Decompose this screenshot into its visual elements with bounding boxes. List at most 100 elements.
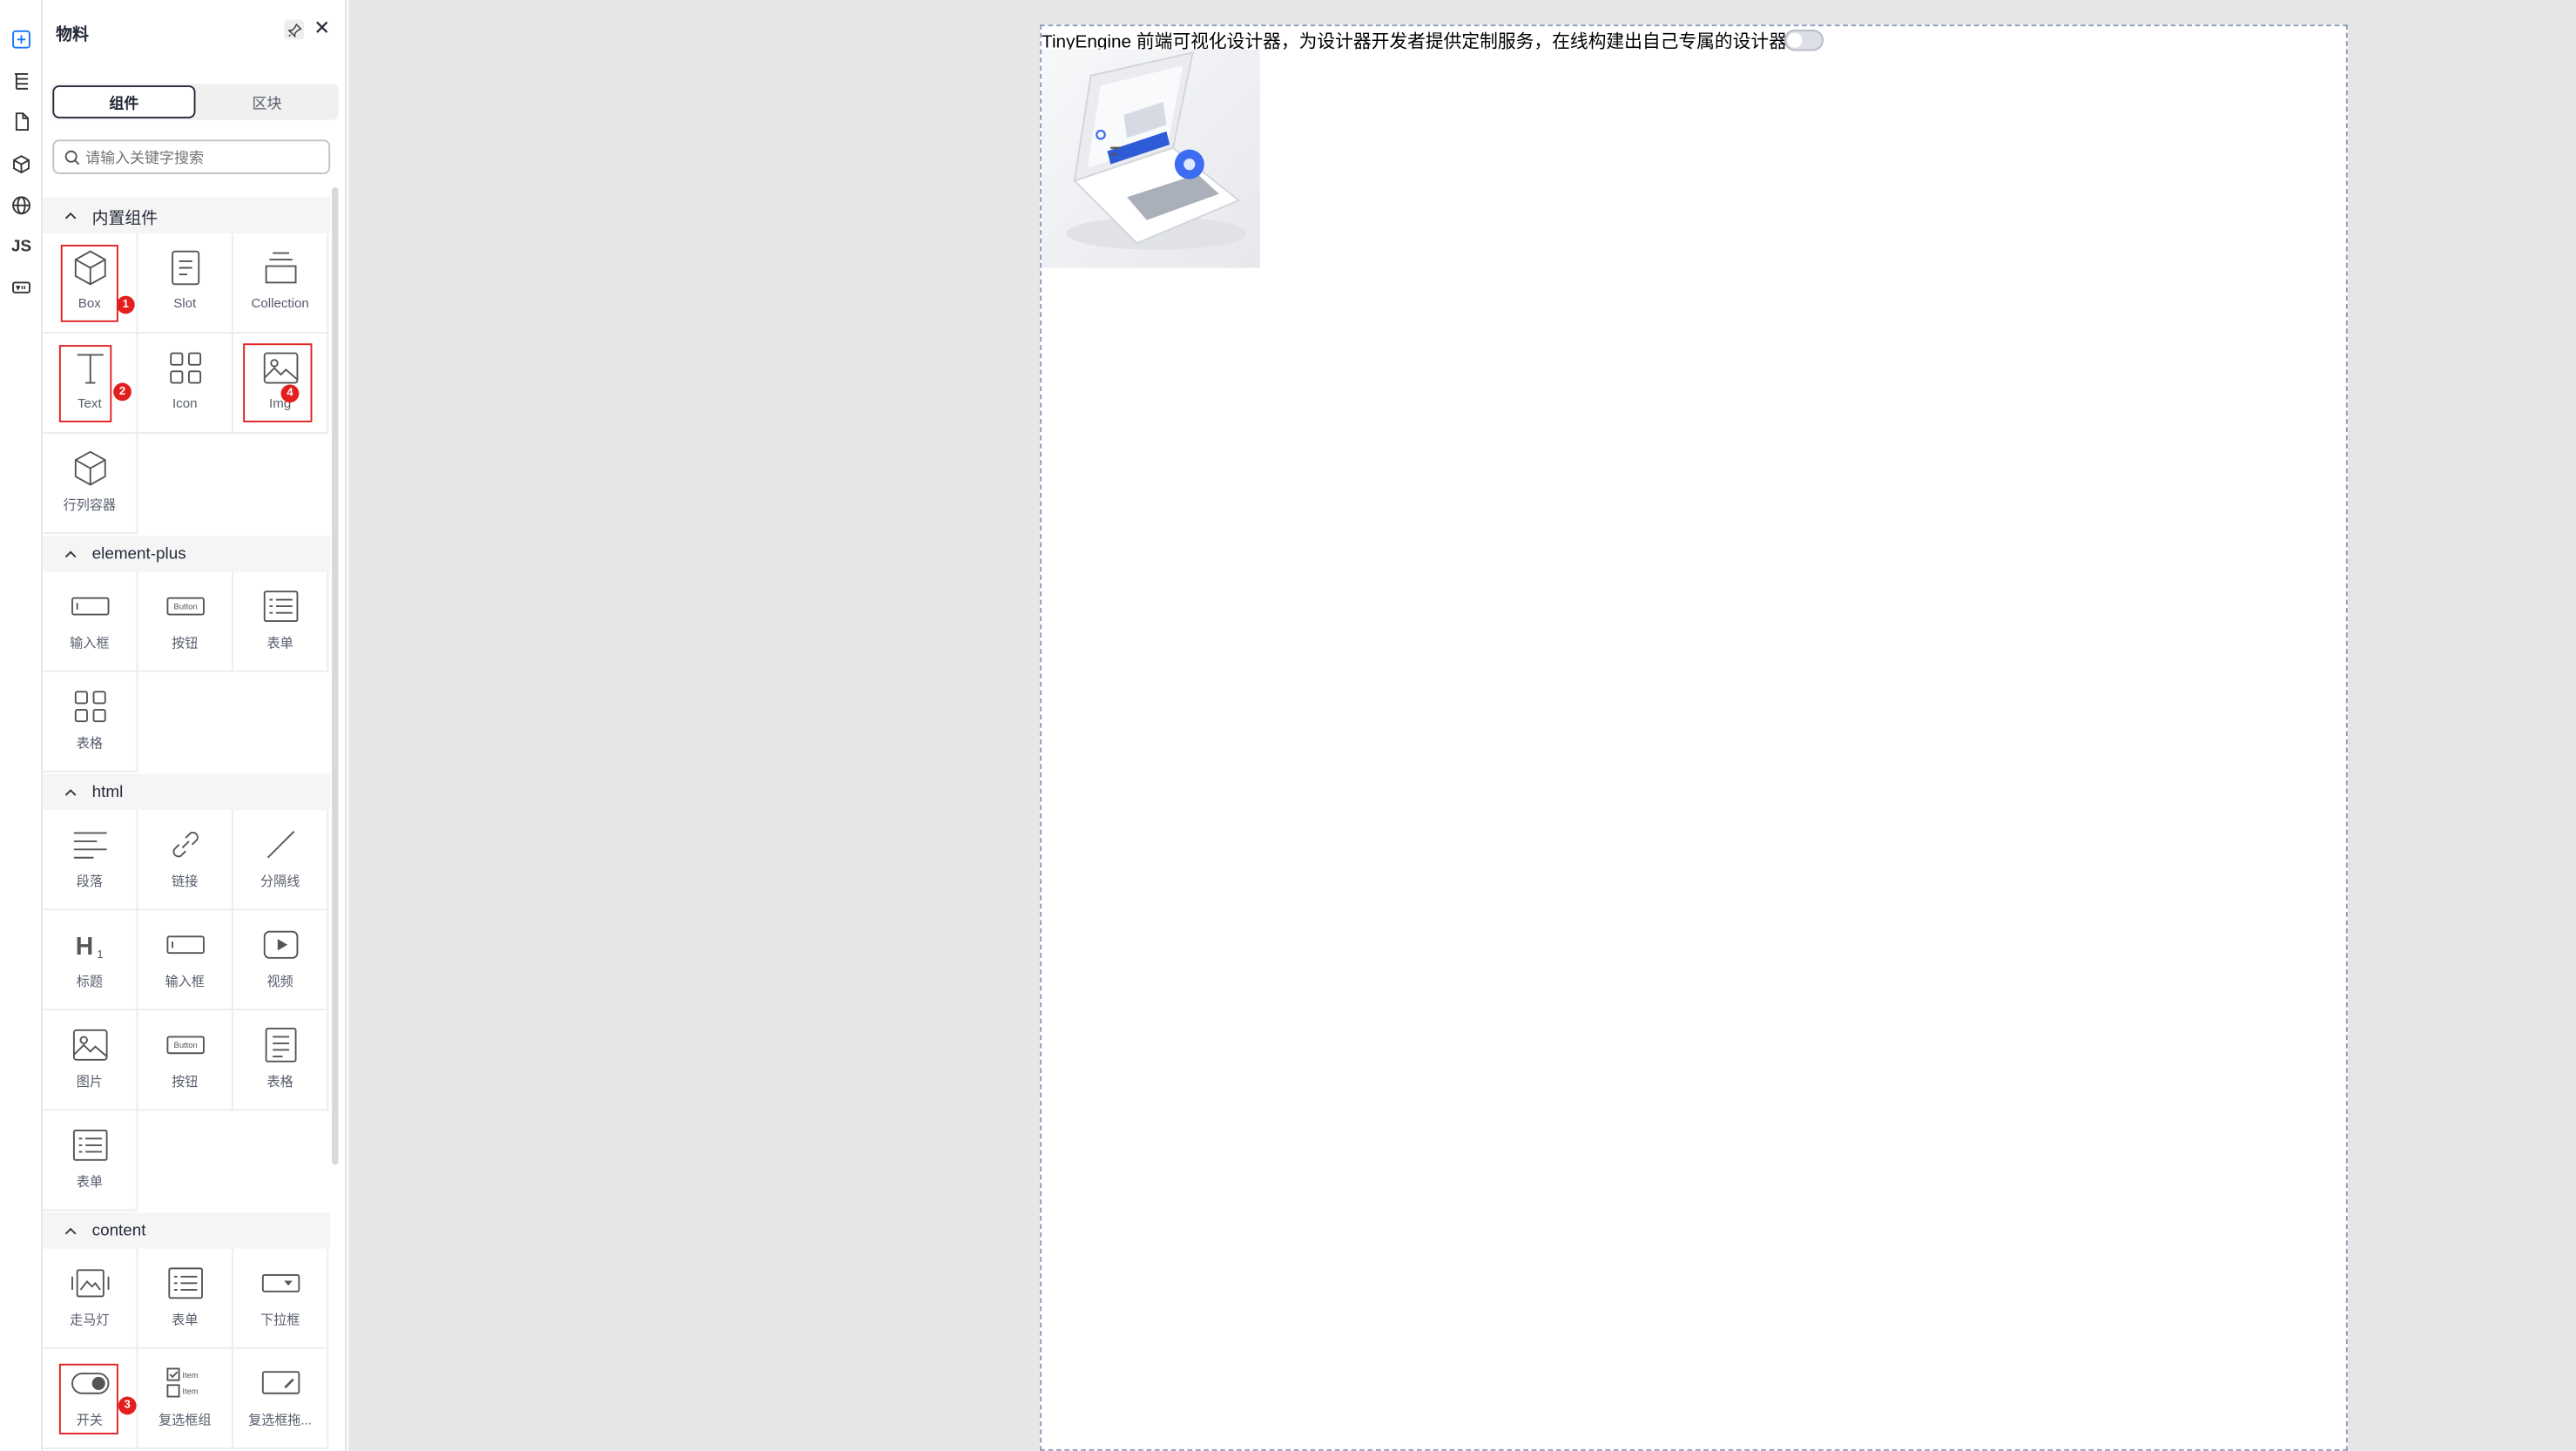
- component-select[interactable]: 下拉框: [233, 1248, 329, 1349]
- component-html-table[interactable]: 表格: [233, 1010, 329, 1111]
- input-icon: [70, 586, 109, 625]
- component-html-input[interactable]: 输入框: [138, 910, 233, 1011]
- component-heading[interactable]: H1 标题: [43, 910, 138, 1011]
- highlight-switch: [58, 1363, 118, 1434]
- heading-icon: H1: [70, 925, 109, 964]
- category-element-plus[interactable]: element-plus: [43, 535, 331, 572]
- component-label: 输入框: [70, 636, 110, 651]
- form-icon: [165, 1264, 205, 1303]
- component-label: 段落: [76, 874, 103, 889]
- panel-tabs: 组件 区块: [51, 84, 339, 120]
- component-checkbox-drag[interactable]: 复选框拖...: [233, 1348, 329, 1449]
- select-dropdown-icon: [260, 1264, 300, 1303]
- variable-icon[interactable]: [8, 274, 34, 300]
- button-icon: Button: [165, 1025, 205, 1064]
- cube-icon: [70, 449, 109, 488]
- form-icon: [260, 586, 300, 625]
- panel-title: 物料: [56, 26, 89, 44]
- paragraph-icon: [70, 825, 109, 864]
- component-label: 表单: [172, 1313, 199, 1328]
- component-label: 复选框拖...: [248, 1413, 313, 1428]
- component-content-form[interactable]: 表单: [138, 1248, 233, 1349]
- activity-rail: JS: [0, 0, 44, 1451]
- svg-text:Item: Item: [181, 1387, 197, 1396]
- globe-icon[interactable]: [8, 192, 34, 219]
- component-label: 复选框组: [158, 1413, 212, 1428]
- component-icon[interactable]: Icon: [138, 333, 233, 435]
- layer-tree-icon[interactable]: [8, 67, 34, 93]
- component-slot[interactable]: Slot: [138, 233, 233, 334]
- checkbox-group-icon: Item Item: [165, 1364, 205, 1403]
- category-label: content: [91, 1221, 146, 1240]
- panel-scrollbar[interactable]: [332, 187, 339, 1165]
- component-ep-input[interactable]: 输入框: [43, 571, 138, 672]
- component-label: Collection: [251, 295, 309, 311]
- component-video[interactable]: 视频: [233, 910, 329, 1011]
- component-divider[interactable]: 分隔线: [233, 810, 329, 911]
- component-label: Slot: [173, 295, 197, 311]
- component-label: 下拉框: [260, 1313, 300, 1328]
- component-label: 按钮: [172, 636, 199, 651]
- category-label: html: [91, 782, 124, 801]
- component-label: 输入框: [165, 974, 205, 989]
- slot-icon: [165, 248, 205, 287]
- component-link[interactable]: 链接: [138, 810, 233, 911]
- component-label: 表单: [76, 1174, 103, 1190]
- component-html-button[interactable]: Button 按钮: [138, 1010, 233, 1111]
- tab-blocks[interactable]: 区块: [195, 85, 338, 118]
- chevron-up-icon: [64, 1227, 77, 1235]
- component-html-image[interactable]: 图片: [43, 1010, 138, 1111]
- component-list: 内置组件 Box Slot Collection Text Icon Img 行…: [43, 194, 331, 1451]
- checkbox-drag-icon: [260, 1364, 300, 1403]
- component-label: 走马灯: [70, 1313, 110, 1328]
- component-label: 行列容器: [63, 497, 116, 513]
- category-content[interactable]: content: [43, 1212, 331, 1249]
- component-label: 图片: [76, 1074, 103, 1090]
- component-checkbox-group[interactable]: Item Item 复选框组: [138, 1348, 233, 1449]
- js-script-icon[interactable]: JS: [8, 233, 34, 260]
- chevron-up-icon: [64, 789, 77, 796]
- component-row-col-container[interactable]: 行列容器: [43, 434, 138, 535]
- component-ep-table[interactable]: 表格: [43, 672, 138, 773]
- button-icon: Button: [165, 586, 205, 625]
- pin-icon[interactable]: [284, 19, 305, 40]
- component-label: 表格: [76, 736, 103, 752]
- canvas-image[interactable]: [1042, 49, 1260, 268]
- step-badge-1: 1: [116, 295, 135, 314]
- component-ep-button[interactable]: Button 按钮: [138, 571, 233, 672]
- step-badge-4: 4: [280, 384, 300, 403]
- search-input[interactable]: [85, 148, 316, 165]
- search-icon: [64, 149, 80, 165]
- block-cube-icon[interactable]: [8, 152, 34, 178]
- tab-components[interactable]: 组件: [52, 85, 196, 118]
- category-html[interactable]: html: [43, 773, 331, 811]
- carousel-icon: [70, 1264, 109, 1303]
- highlight-box: [60, 245, 118, 322]
- component-carousel[interactable]: 走马灯: [43, 1248, 138, 1349]
- canvas-page[interactable]: TinyEngine 前端可视化设计器，为设计器开发者提供定制服务，在线构建出自…: [1040, 24, 2348, 1451]
- highlight-img: [243, 343, 313, 422]
- component-label: 表格: [266, 1074, 293, 1090]
- highlight-text: [58, 345, 112, 422]
- page-icon[interactable]: [8, 109, 34, 135]
- svg-text:H: H: [75, 932, 92, 960]
- canvas-switch[interactable]: [1784, 29, 1824, 51]
- component-label: 分隔线: [260, 874, 300, 889]
- component-ep-form[interactable]: 表单: [233, 571, 329, 672]
- link-icon: [165, 825, 205, 864]
- component-label: 按钮: [172, 1074, 199, 1090]
- add-component-icon[interactable]: [8, 26, 34, 52]
- category-builtin[interactable]: 内置组件: [43, 197, 331, 233]
- component-label: 表单: [266, 636, 293, 651]
- component-collection[interactable]: Collection: [233, 233, 329, 334]
- svg-text:Button: Button: [173, 602, 197, 611]
- close-icon[interactable]: ✕: [312, 18, 332, 38]
- grid-icon: [165, 348, 205, 388]
- divider-icon: [260, 825, 300, 864]
- step-badge-3: 3: [118, 1396, 137, 1415]
- component-paragraph[interactable]: 段落: [43, 810, 138, 911]
- category-label: element-plus: [91, 544, 186, 564]
- video-play-icon: [260, 925, 300, 964]
- component-html-form[interactable]: 表单: [43, 1110, 138, 1211]
- search-box: [52, 139, 331, 174]
